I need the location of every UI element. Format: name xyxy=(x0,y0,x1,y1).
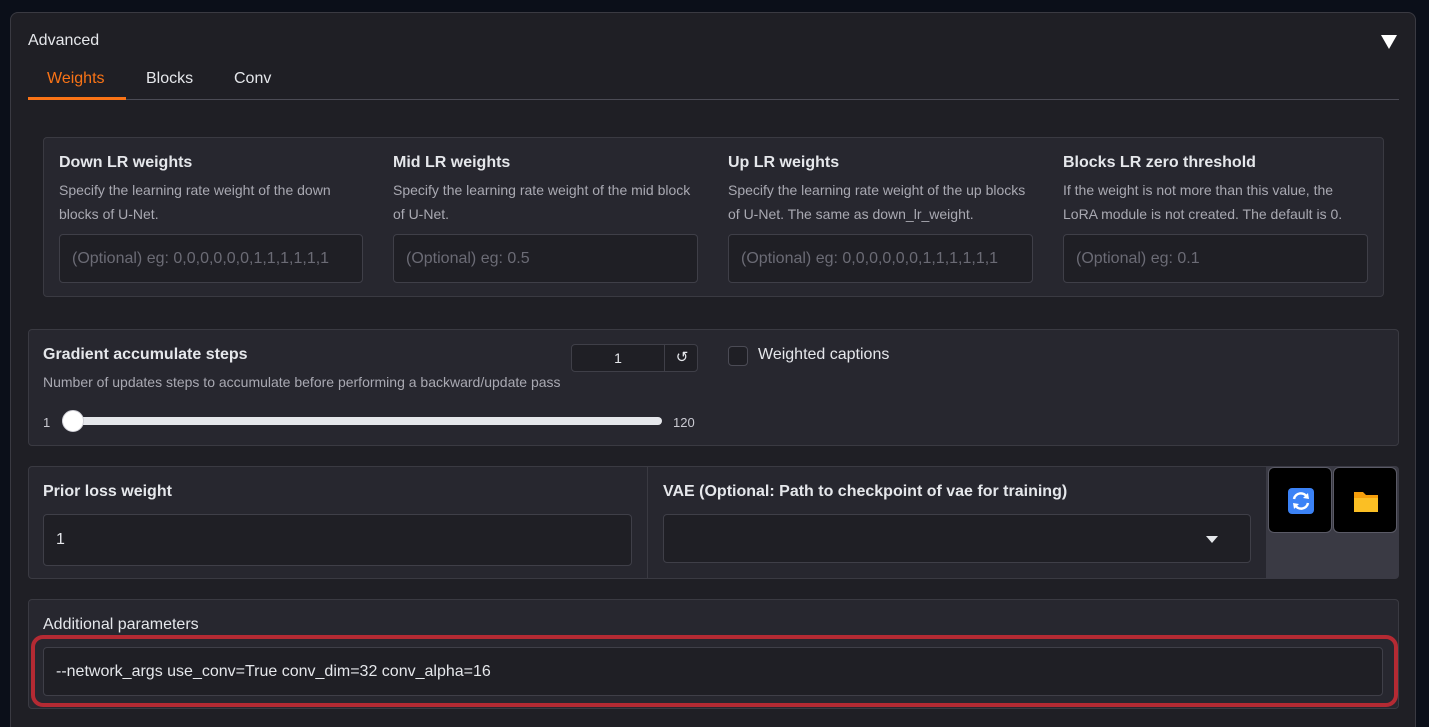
up-lr-input[interactable] xyxy=(728,234,1033,283)
prior-loss-weight-input[interactable] xyxy=(43,514,632,566)
down-lr-label: Down LR weights xyxy=(59,154,193,171)
gradient-slider-thumb[interactable] xyxy=(62,410,84,432)
gradient-accumulate-label: Gradient accumulate steps xyxy=(43,346,248,363)
up-lr-label: Up LR weights xyxy=(728,154,840,171)
up-lr-info: Specify the learning rate weight of the … xyxy=(728,182,1026,222)
blocks-lr-zero-threshold-label: Blocks LR zero threshold xyxy=(1063,154,1256,171)
gradient-number-input[interactable]: 1 ↺ xyxy=(571,344,698,372)
tab-conv[interactable]: Conv xyxy=(234,70,271,88)
folder-icon xyxy=(1354,492,1378,512)
tab-blocks[interactable]: Blocks xyxy=(146,70,193,88)
active-tab-underline xyxy=(28,97,126,100)
refresh-icon xyxy=(1288,488,1314,514)
gradient-value[interactable]: 1 xyxy=(572,345,665,371)
mid-lr-info: Specify the learning rate weight of the … xyxy=(393,182,691,222)
mid-lr-input[interactable] xyxy=(393,234,698,283)
vae-dropdown[interactable] xyxy=(663,514,1251,563)
folder-button[interactable] xyxy=(1333,467,1397,533)
prior-loss-weight-label: Prior loss weight xyxy=(43,483,172,500)
weighted-captions-checkbox[interactable] xyxy=(728,346,748,366)
down-lr-info: Specify the learning rate weight of the … xyxy=(59,182,331,222)
reset-icon[interactable]: ↺ xyxy=(666,345,698,371)
additional-parameters-label: Additional parameters xyxy=(43,616,199,633)
blocks-lr-zero-threshold-info: If the weight is not more than this valu… xyxy=(1063,182,1343,222)
down-lr-input[interactable] xyxy=(59,234,363,283)
slider-max-label: 120 xyxy=(673,415,695,430)
slider-min-label: 1 xyxy=(43,415,51,430)
refresh-button[interactable] xyxy=(1268,467,1332,533)
advanced-title[interactable]: Advanced xyxy=(28,32,99,50)
additional-parameters-input[interactable] xyxy=(43,647,1383,696)
vae-label: VAE (Optional: Path to checkpoint of vae… xyxy=(663,483,1068,500)
collapse-triangle-icon[interactable] xyxy=(1381,35,1397,49)
gradient-accumulate-info: Number of updates steps to accumulate be… xyxy=(43,374,561,390)
dropdown-arrow-icon xyxy=(1206,536,1218,543)
tab-weights[interactable]: Weights xyxy=(47,70,105,88)
weighted-captions-label[interactable]: Weighted captions xyxy=(758,346,889,364)
blocks-lr-zero-threshold-input[interactable] xyxy=(1063,234,1368,283)
gradient-slider-track[interactable] xyxy=(62,417,662,425)
mid-lr-label: Mid LR weights xyxy=(393,154,511,171)
tab-bar: Weights Blocks Conv xyxy=(28,66,1399,100)
